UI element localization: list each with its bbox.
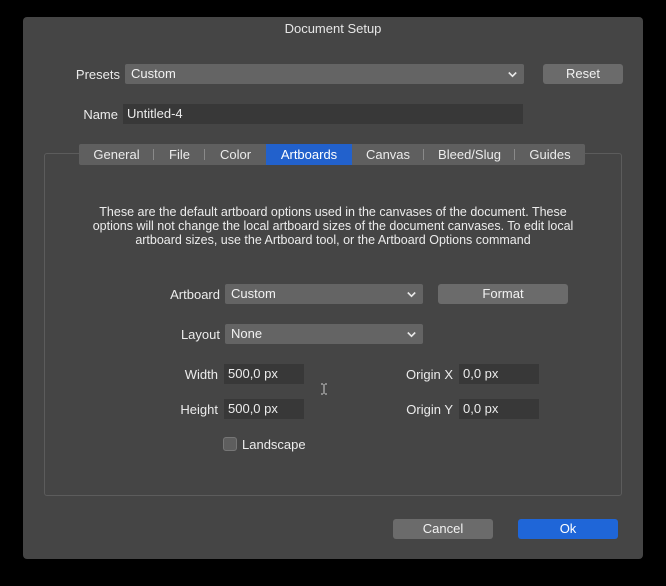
height-label: Height [180,402,218,417]
layout-value: None [231,326,263,341]
layout-dropdown[interactable]: None [225,324,423,344]
ibeam-cursor-icon [320,383,328,395]
presets-dropdown[interactable]: Custom [125,64,524,84]
tab-file[interactable]: File [154,144,205,165]
chevron-down-icon [407,330,416,339]
artboard-label: Artboard [170,287,220,302]
tab-artboards[interactable]: Artboards [266,144,352,165]
document-setup-dialog: Document Setup Presets Custom Reset Name… [23,17,643,559]
artboard-info-text: These are the default artboard options u… [92,205,574,247]
origin-y-field[interactable]: 0,0 px [459,399,539,419]
reset-button[interactable]: Reset [543,64,623,84]
origin-y-label: Origin Y [406,402,453,417]
origin-x-field[interactable]: 0,0 px [459,364,539,384]
landscape-label[interactable]: Landscape [242,437,306,452]
layout-label: Layout [180,327,220,342]
tab-bleed-slug[interactable]: Bleed/Slug [424,144,515,165]
name-field[interactable]: Untitled-4 [123,104,523,124]
tab-bar: General File Color Artboards Canvas Blee… [79,144,585,165]
cancel-button[interactable]: Cancel [393,519,493,539]
window-title: Document Setup [284,21,382,36]
name-label: Name [83,107,118,122]
origin-x-label: Origin X [406,367,453,382]
presets-value: Custom [131,66,176,81]
landscape-checkbox[interactable] [223,437,237,451]
tab-general[interactable]: General [79,144,154,165]
width-field[interactable]: 500,0 px [224,364,304,384]
presets-label: Presets [75,67,120,82]
width-label: Width [184,367,218,382]
format-button[interactable]: Format [438,284,568,304]
height-field[interactable]: 500,0 px [224,399,304,419]
ok-button[interactable]: Ok [518,519,618,539]
artboard-dropdown[interactable]: Custom [225,284,423,304]
artboard-value: Custom [231,286,276,301]
chevron-down-icon [407,290,416,299]
chevron-down-icon [508,70,517,79]
tab-color[interactable]: Color [205,144,266,165]
tab-guides[interactable]: Guides [515,144,585,165]
tab-canvas[interactable]: Canvas [352,144,424,165]
